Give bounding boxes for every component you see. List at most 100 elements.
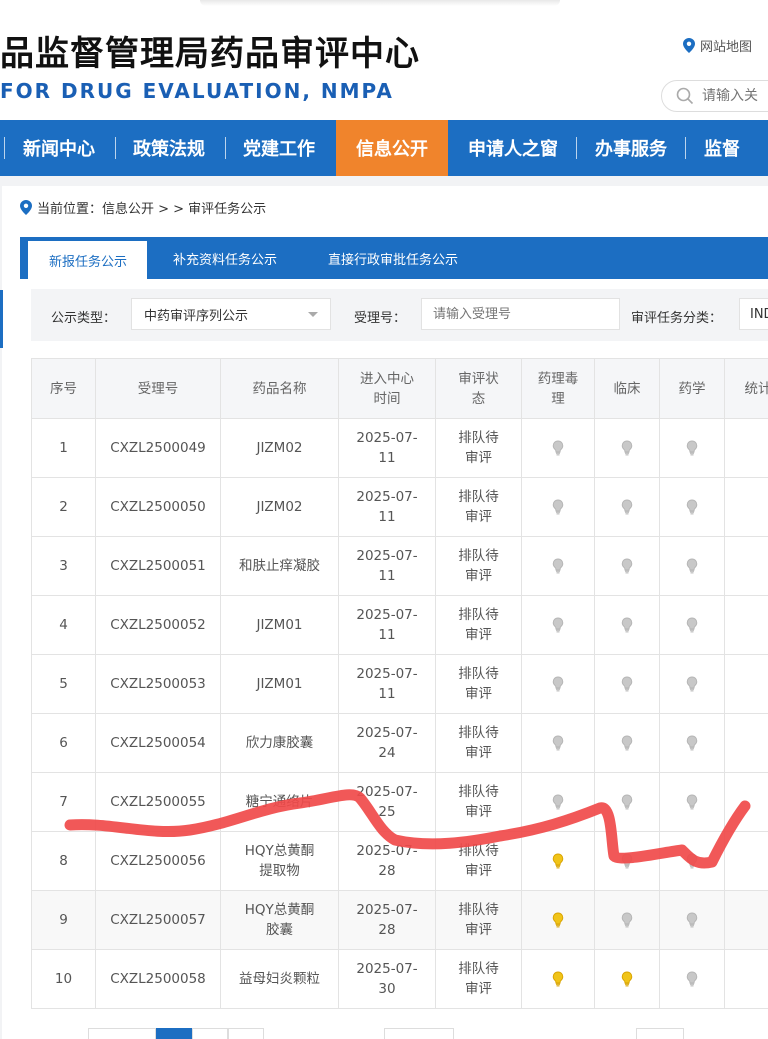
cell-accept-no[interactable]: CXZL2500053	[95, 654, 221, 714]
lightbulb-icon	[621, 440, 633, 456]
table-row[interactable]: 9 CXZL2500057 HQY总黄酮 胶囊 2025-07- 28 排队待 审评	[31, 890, 768, 950]
cell-accept-no[interactable]: CXZL2500058	[95, 949, 221, 1009]
cell-accept-no[interactable]: CXZL2500050	[95, 477, 221, 537]
lightbulb-icon	[552, 440, 564, 456]
cell-status-line1: 排队待	[458, 666, 499, 682]
cell-status-line1: 排队待	[458, 548, 499, 564]
side-tab-edge[interactable]	[0, 290, 3, 348]
table-row[interactable]: 7 CXZL2500055 糖宁通络片 2025-07- 25 排队待 审评	[31, 772, 768, 832]
cell-status-line2: 审评	[465, 863, 492, 879]
cell-status-line2: 审评	[465, 981, 492, 997]
breadcrumb-text: 当前位置：信息公开 > > 审评任务公示	[37, 202, 267, 217]
nav-item-info-public[interactable]: 信息公开	[336, 120, 448, 176]
type-select[interactable]: 中药审评序列公示	[131, 298, 331, 330]
cell-accept-no[interactable]: CXZL2500052	[95, 595, 221, 655]
cell-status: 排队待 审评	[435, 654, 522, 714]
cell-enter-time: 2025-07- 30	[338, 949, 436, 1009]
cell-stat	[724, 949, 768, 1009]
cell-accept-no[interactable]: CXZL2500054	[95, 713, 221, 773]
cell-pharm	[521, 418, 595, 478]
cell-status: 排队待 审评	[435, 949, 522, 1009]
nav-item-party[interactable]: 党建工作	[226, 120, 335, 176]
col-header-time[interactable]: 进入中心 时间	[338, 358, 436, 419]
cell-accept-no[interactable]: CXZL2500055	[95, 772, 221, 832]
cell-enter-time: 2025-07- 24	[338, 713, 436, 773]
cell-status: 排队待 审评	[435, 713, 522, 773]
col-header-no[interactable]: 序号	[31, 358, 96, 419]
cell-date-line1: 2025-07-	[356, 489, 418, 505]
lightbulb-icon	[686, 971, 698, 987]
cell-date-line1: 2025-07-	[356, 548, 418, 564]
cell-date-line1: 2025-07-	[356, 725, 418, 741]
cell-no: 8	[31, 831, 96, 891]
col-header-pharm[interactable]: 药理毒理	[521, 358, 595, 419]
lightbulb-icon	[552, 912, 564, 928]
table-row[interactable]: 2 CXZL2500050 JIZM02 2025-07- 11 排队待 审评	[31, 477, 768, 537]
cell-drug-name: 益母妇炎颗粒	[220, 949, 339, 1009]
cell-stat	[724, 772, 768, 832]
cell-date-line2: 11	[378, 686, 396, 702]
cell-accept-no[interactable]: CXZL2500049	[95, 418, 221, 478]
table-row[interactable]: 6 CXZL2500054 欣力康胶囊 2025-07- 24 排队待 审评	[31, 713, 768, 773]
site-search[interactable]	[661, 80, 768, 112]
class-select[interactable]: IND	[739, 298, 768, 330]
nav-item-supervision[interactable]: 监督	[686, 120, 740, 176]
cell-stat	[724, 713, 768, 773]
sitemap-label: 网站地图	[700, 40, 753, 55]
sitemap-link[interactable]: 网站地图	[683, 36, 752, 55]
cell-accept-no[interactable]: CXZL2500056	[95, 831, 221, 891]
pager-jump[interactable]	[636, 1028, 684, 1039]
pager-next[interactable]	[384, 1028, 454, 1039]
chevron-down-icon	[308, 312, 318, 317]
table-row[interactable]: 3 CXZL2500051 和肤止痒凝胶 2025-07- 11 排队待 审评	[31, 536, 768, 596]
pager-prev[interactable]	[88, 1028, 156, 1039]
lightbulb-icon	[552, 794, 564, 810]
tab-new-tasks[interactable]: 新报任务公示	[28, 241, 148, 279]
lightbulb-icon	[686, 676, 698, 692]
col-header-time-line2: 时间	[373, 390, 401, 407]
nav-item-service[interactable]: 办事服务	[577, 120, 685, 176]
cell-drug-name-line1: 益母妇炎颗粒	[239, 971, 320, 987]
table-row[interactable]: 4 CXZL2500052 JIZM01 2025-07- 11 排队待 审评	[31, 595, 768, 655]
col-header-status[interactable]: 审评状态	[435, 358, 522, 419]
table-row[interactable]: 10 CXZL2500058 益母妇炎颗粒 2025-07- 30 排队待 审评	[31, 949, 768, 1009]
cell-accept-no[interactable]: CXZL2500051	[95, 536, 221, 596]
cell-date-line1: 2025-07-	[356, 430, 418, 446]
cell-date-line2: 28	[378, 922, 396, 938]
pager-page-3[interactable]	[228, 1028, 264, 1039]
cell-status-line2: 审评	[465, 627, 492, 643]
cell-enter-time: 2025-07- 28	[338, 890, 436, 950]
tab-direct-approval-tasks[interactable]: 直接行政审批任务公示	[303, 237, 458, 279]
table-row[interactable]: 1 CXZL2500049 JIZM02 2025-07- 11 排队待 审评	[31, 418, 768, 478]
lightbulb-icon	[686, 853, 698, 869]
cell-drug-name: 和肤止痒凝胶	[220, 536, 339, 596]
col-header-status-line2: 态	[471, 390, 486, 407]
accept-no-input[interactable]	[421, 298, 620, 330]
lightbulb-icon	[621, 617, 633, 633]
col-header-clinical[interactable]: 临床	[594, 358, 660, 419]
cell-status-line2: 审评	[465, 922, 492, 938]
col-header-chem[interactable]: 药学	[659, 358, 725, 419]
nav-item-applicant[interactable]: 申请人之窗	[448, 120, 576, 176]
cell-date-line1: 2025-07-	[356, 784, 418, 800]
table-row[interactable]: 5 CXZL2500053 JIZM01 2025-07- 11 排队待 审评	[31, 654, 768, 714]
table-row[interactable]: 8 CXZL2500056 HQY总黄酮 提取物 2025-07- 28 排队待 审评	[31, 831, 768, 891]
cell-status-line1: 排队待	[458, 607, 499, 623]
col-header-accept[interactable]: 受理号	[95, 358, 221, 419]
nav-item-news[interactable]: 新闻中心	[5, 120, 115, 176]
nav-item-policy[interactable]: 政策法规	[116, 120, 225, 176]
cell-status: 排队待 审评	[435, 536, 522, 596]
cell-no: 1	[31, 418, 96, 478]
pager-page-2[interactable]	[192, 1028, 228, 1039]
col-header-pharm-line2: 理	[551, 390, 565, 407]
col-header-name[interactable]: 药品名称	[220, 358, 339, 419]
tab-supplement-tasks[interactable]: 补充资料任务公示	[147, 237, 303, 279]
cell-no: 4	[31, 595, 96, 655]
site-search-input[interactable]	[702, 88, 768, 104]
col-header-stat[interactable]: 统计	[724, 358, 768, 419]
pager-page-1[interactable]	[156, 1028, 192, 1039]
top-fade	[200, 0, 560, 6]
site-title-en: FOR DRUG EVALUATION, NMPA	[0, 79, 394, 103]
cell-accept-no[interactable]: CXZL2500057	[95, 890, 221, 950]
lightbulb-icon	[552, 676, 564, 692]
